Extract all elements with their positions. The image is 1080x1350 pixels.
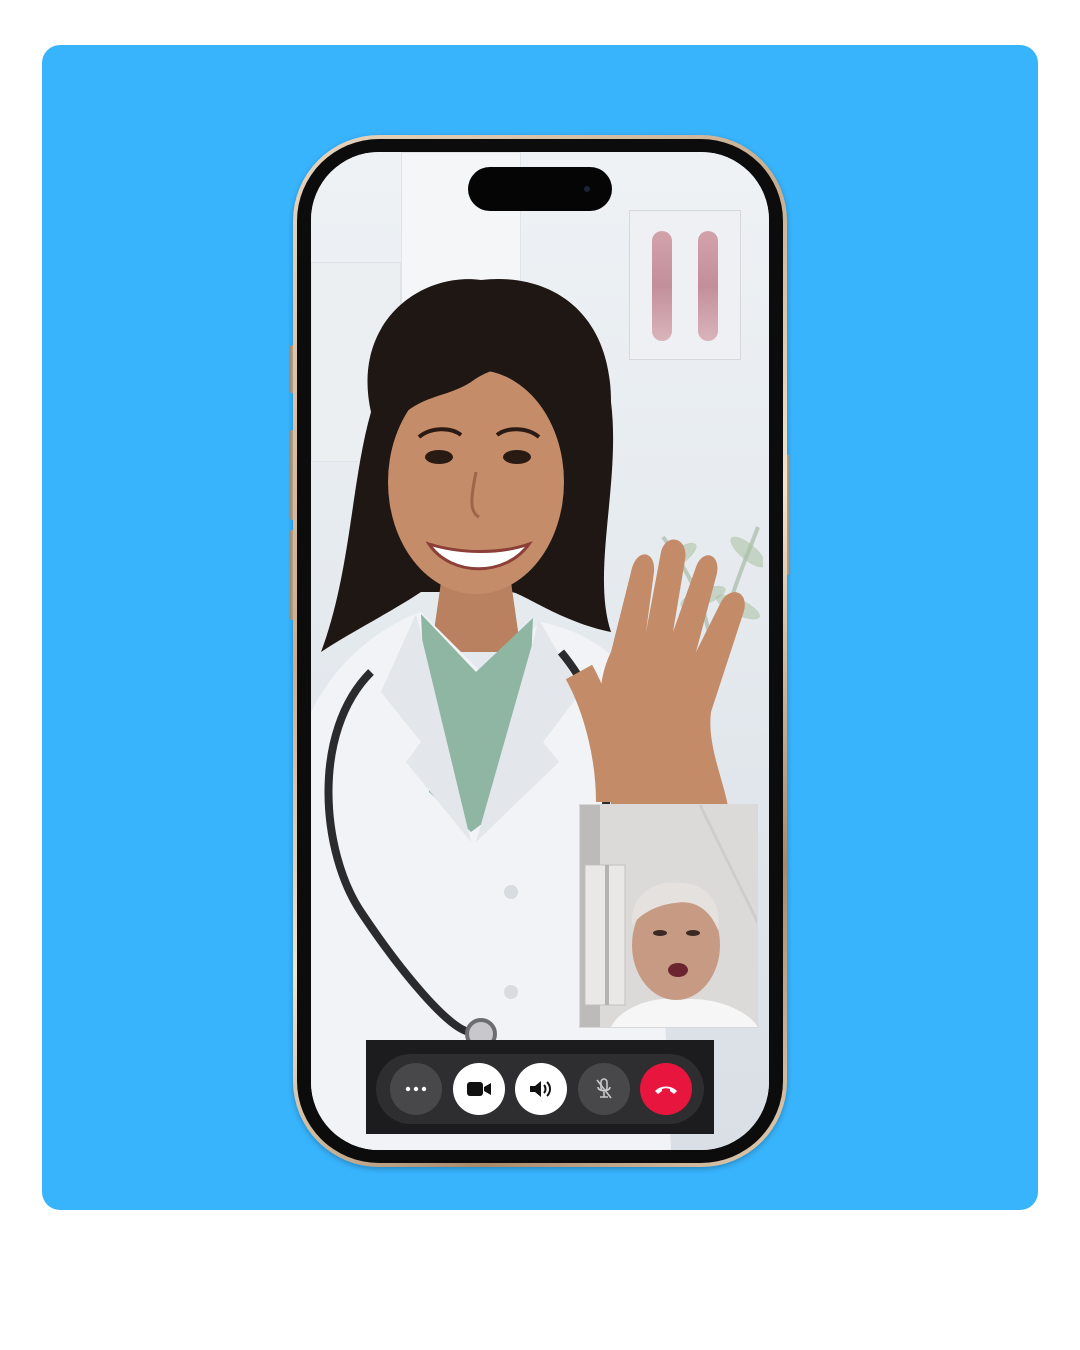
self-view-video[interactable]	[579, 804, 758, 1028]
speaker-icon	[530, 1081, 551, 1097]
more-options-button[interactable]	[390, 1063, 442, 1115]
mic-off-icon	[595, 1078, 612, 1099]
speaker-toggle-button[interactable]	[515, 1063, 567, 1115]
patient-video	[580, 805, 757, 1027]
call-controls-bar	[376, 1054, 704, 1124]
ellipsis-icon	[405, 1086, 427, 1092]
video-camera-icon	[466, 1082, 491, 1096]
front-camera-icon	[584, 186, 590, 192]
dynamic-island	[468, 167, 612, 211]
end-call-button[interactable]	[640, 1063, 692, 1115]
hang-up-icon	[655, 1086, 677, 1094]
camera-toggle-button[interactable]	[452, 1063, 505, 1115]
mute-toggle-button[interactable]	[577, 1063, 630, 1115]
phone-screen	[311, 152, 769, 1150]
